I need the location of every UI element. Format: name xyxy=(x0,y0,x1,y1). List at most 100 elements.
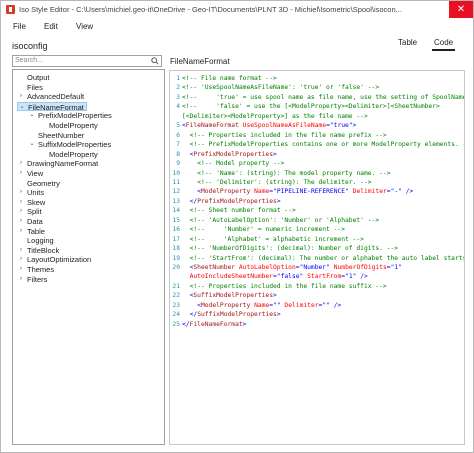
chevron-down-icon[interactable]: ⌄ xyxy=(29,140,35,149)
tree-item-label: Files xyxy=(27,82,43,92)
tree-item[interactable]: › View xyxy=(17,169,43,178)
tree-item[interactable]: › Themes xyxy=(17,265,54,274)
tree-item[interactable]: › Table xyxy=(17,227,45,236)
tree-item-label: Themes xyxy=(27,265,55,274)
chevron-right-icon[interactable]: › xyxy=(18,159,24,168)
tree-item[interactable]: Files xyxy=(17,83,43,92)
tree-item-label: SuffixModelProperties xyxy=(38,140,112,150)
line-number: 7 xyxy=(176,141,180,149)
menu-view[interactable]: View xyxy=(76,22,93,31)
tree-item[interactable]: › Split xyxy=(17,207,42,216)
tab-code[interactable]: Code xyxy=(432,38,456,51)
tree-item[interactable]: ModelProperty xyxy=(39,150,98,159)
chevron-right-icon[interactable]: › xyxy=(18,217,24,226)
tree-item[interactable]: Geometry xyxy=(17,179,60,188)
config-tree[interactable]: Output Files › AdvancedDefault ⌄ FileNameForm… xyxy=(12,69,165,445)
tree-item-label: PrefixModelProperties xyxy=(38,111,112,121)
chevron-right-icon[interactable]: › xyxy=(18,198,24,207)
code-element: </SuffixModelProperties> xyxy=(189,311,281,319)
chevron-right-icon[interactable]: › xyxy=(18,92,24,101)
tree-item[interactable]: SheetNumber xyxy=(28,131,84,140)
menu-file[interactable]: File xyxy=(13,22,26,31)
code-line: 18 <!-- 'NumberOfDigits': (decimal): Num… xyxy=(170,244,464,253)
tree-item-label: Skew xyxy=(27,197,46,207)
title-bar: Iso Style Editor - C:\Users\michiel.geo-… xyxy=(1,1,473,18)
tree-item[interactable]: › Units xyxy=(17,188,44,197)
code-editor[interactable]: 1 <!-- File name format --> 2 <!-- 'UseSpoo… xyxy=(169,70,465,445)
chevron-right-icon[interactable]: › xyxy=(18,265,24,274)
line-number: 2 xyxy=(176,84,180,92)
line-number: 18 xyxy=(172,245,180,253)
line-number: 15 xyxy=(172,216,180,224)
tree-item[interactable]: › Filters xyxy=(17,275,47,284)
code-line: 13 </PrefixModelProperties> xyxy=(170,197,464,206)
chevron-right-icon[interactable]: › xyxy=(18,169,24,178)
chevron-right-icon[interactable]: › xyxy=(18,255,24,264)
code-line: 2 <!-- 'UseSpoolNameAsFileName': 'true' o… xyxy=(170,83,464,92)
code-comment: <!-- Sheet number format --> xyxy=(182,207,296,215)
tree-item[interactable]: › LayoutOptimization xyxy=(17,255,91,264)
line-number: 1 xyxy=(176,75,180,82)
line-number: 20 xyxy=(172,264,180,271)
tree-item-label: Logging xyxy=(27,236,54,246)
tree-item[interactable]: › Skew xyxy=(17,198,45,207)
code-comment: <!-- 'true' = use spool name as file nam… xyxy=(182,93,464,101)
chevron-right-icon[interactable]: › xyxy=(18,188,24,197)
code-line: 14 <!-- Sheet number format --> xyxy=(170,206,464,215)
tree-item-label: ModelProperty xyxy=(49,149,98,159)
tree-item[interactable]: › AdvancedDefault xyxy=(17,92,84,101)
code-comment: <!-- PrefixModelProperties contains one … xyxy=(182,141,465,149)
tree-item[interactable]: ⌄ SuffixModelProperties xyxy=(28,140,111,149)
tree-item[interactable]: ⌄ FileNameFormat xyxy=(17,101,87,112)
tree-item-label: ModelProperty xyxy=(49,121,98,130)
code-line: 17 <!-- 'Alphabet' = alphabetic incremen… xyxy=(170,235,464,244)
search-placeholder: Search... xyxy=(15,57,44,64)
tree-item[interactable]: Logging xyxy=(17,236,54,245)
chevron-down-icon[interactable]: ⌄ xyxy=(29,111,35,120)
line-number: 10 xyxy=(172,169,180,177)
code-line: 3 <!-- 'true' = use spool name as file na… xyxy=(170,93,464,102)
tree-item[interactable]: › TitleBlock xyxy=(17,246,59,255)
tree-item-label: Output xyxy=(27,73,50,82)
tree-item[interactable]: Output xyxy=(17,73,50,82)
code-line: 12 <ModelProperty Name="PIPELINE-REFEREN… xyxy=(170,187,464,196)
code-line: 6 <!-- Properties included in the file n… xyxy=(170,131,464,140)
tree-item-label: TitleBlock xyxy=(27,245,60,255)
line-number: 3 xyxy=(176,93,180,101)
chevron-right-icon[interactable]: › xyxy=(18,275,24,284)
tree-item-label: DrawingNameFormat xyxy=(27,159,99,169)
tree-item-label: Filters xyxy=(27,274,48,284)
line-number: 4 xyxy=(176,103,180,111)
code-comment: <!-- 'AutoLabelOption': 'Number' or 'Alp… xyxy=(182,216,380,224)
code-comment: <!-- 'NumberOfDigits': (decimal): Number… xyxy=(182,245,399,253)
code-line: 25 </FileNameFormat> xyxy=(170,320,464,329)
tree-item[interactable]: › DrawingNameFormat xyxy=(17,159,98,168)
close-button[interactable]: ✕ xyxy=(449,1,473,18)
code-line: 7 <!-- PrefixModelProperties contains on… xyxy=(170,140,464,149)
line-number: 23 xyxy=(172,301,180,309)
code-element: </PrefixModelProperties> xyxy=(189,197,281,205)
tree-item[interactable]: › Data xyxy=(17,217,43,226)
code-comment: <!-- Model property --> xyxy=(182,160,285,168)
editor-title: FileNameFormat xyxy=(170,57,230,66)
tree-item[interactable]: ⌄ PrefixModelProperties xyxy=(28,111,112,121)
menu-edit[interactable]: Edit xyxy=(44,22,58,31)
code-element: <ModelProperty Name="PIPELINE-REFERENCE"… xyxy=(197,188,414,196)
line-number: 11 xyxy=(172,178,180,186)
code-element: <PrefixModelProperties> xyxy=(189,150,277,158)
tab-table[interactable]: Table xyxy=(396,38,419,47)
code-comment: <!-- 'Number' = numeric increment --> xyxy=(182,226,346,234)
code-comment: <!-- Properties included in the file nam… xyxy=(182,131,387,139)
chevron-right-icon[interactable]: › xyxy=(18,227,24,236)
line-number: 17 xyxy=(172,235,180,243)
line-number: 25 xyxy=(172,320,180,328)
line-number: 24 xyxy=(172,311,180,319)
chevron-right-icon[interactable]: › xyxy=(18,246,24,255)
code-line: [<Delimiter><ModelProperty>] as the file… xyxy=(170,112,464,121)
search-input[interactable]: Search... xyxy=(12,55,162,67)
chevron-right-icon[interactable]: › xyxy=(18,207,24,216)
chevron-down-icon[interactable]: ⌄ xyxy=(19,103,25,112)
tree-item[interactable]: ModelProperty xyxy=(39,121,98,130)
tree-item-label: Data xyxy=(27,217,43,226)
code-line: 24 </SuffixModelProperties> xyxy=(170,310,464,319)
